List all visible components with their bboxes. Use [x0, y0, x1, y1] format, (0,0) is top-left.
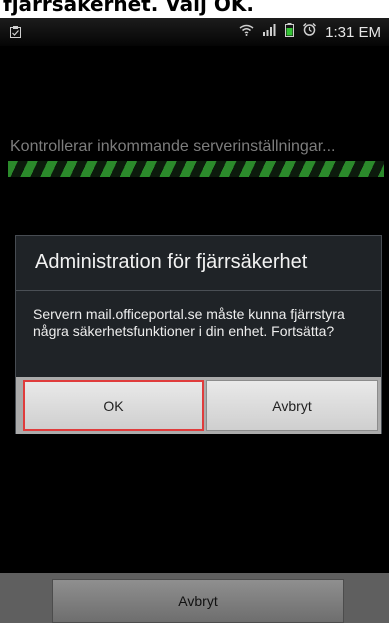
battery-icon [285, 22, 295, 42]
signal-icon [263, 23, 276, 41]
phone-screen: 1:31 EM Kontrollerar inkommande serverin… [0, 18, 389, 623]
instruction-caption: fjärrsäkerhet. Välj OK. [3, 0, 254, 16]
ok-button[interactable]: OK [23, 380, 204, 431]
alarm-icon [303, 22, 317, 41]
dialog-button-row: OK Avbryt [16, 377, 381, 434]
status-bar: 1:31 EM [0, 18, 389, 46]
status-time: 1:31 EM [325, 23, 381, 41]
wifi-icon [239, 23, 254, 41]
dialog-message: Servern mail.officeportal.se måste kunna… [33, 306, 345, 339]
status-icons: 1:31 EM [239, 18, 389, 46]
progress-bar-indeterminate [8, 161, 384, 177]
bottom-action-bar: Avbryt [0, 573, 389, 623]
dialog-divider [16, 290, 381, 291]
bottom-cancel-button[interactable]: Avbryt [52, 579, 344, 623]
progress-status-text: Kontrollerar inkommande serverinställnin… [10, 138, 336, 155]
remote-security-dialog: Administration för fjärrsäkerhet Servern… [15, 235, 382, 434]
notification-icon [10, 25, 21, 38]
dialog-title: Administration för fjärrsäkerhet [35, 251, 308, 273]
cancel-button[interactable]: Avbryt [206, 380, 378, 431]
